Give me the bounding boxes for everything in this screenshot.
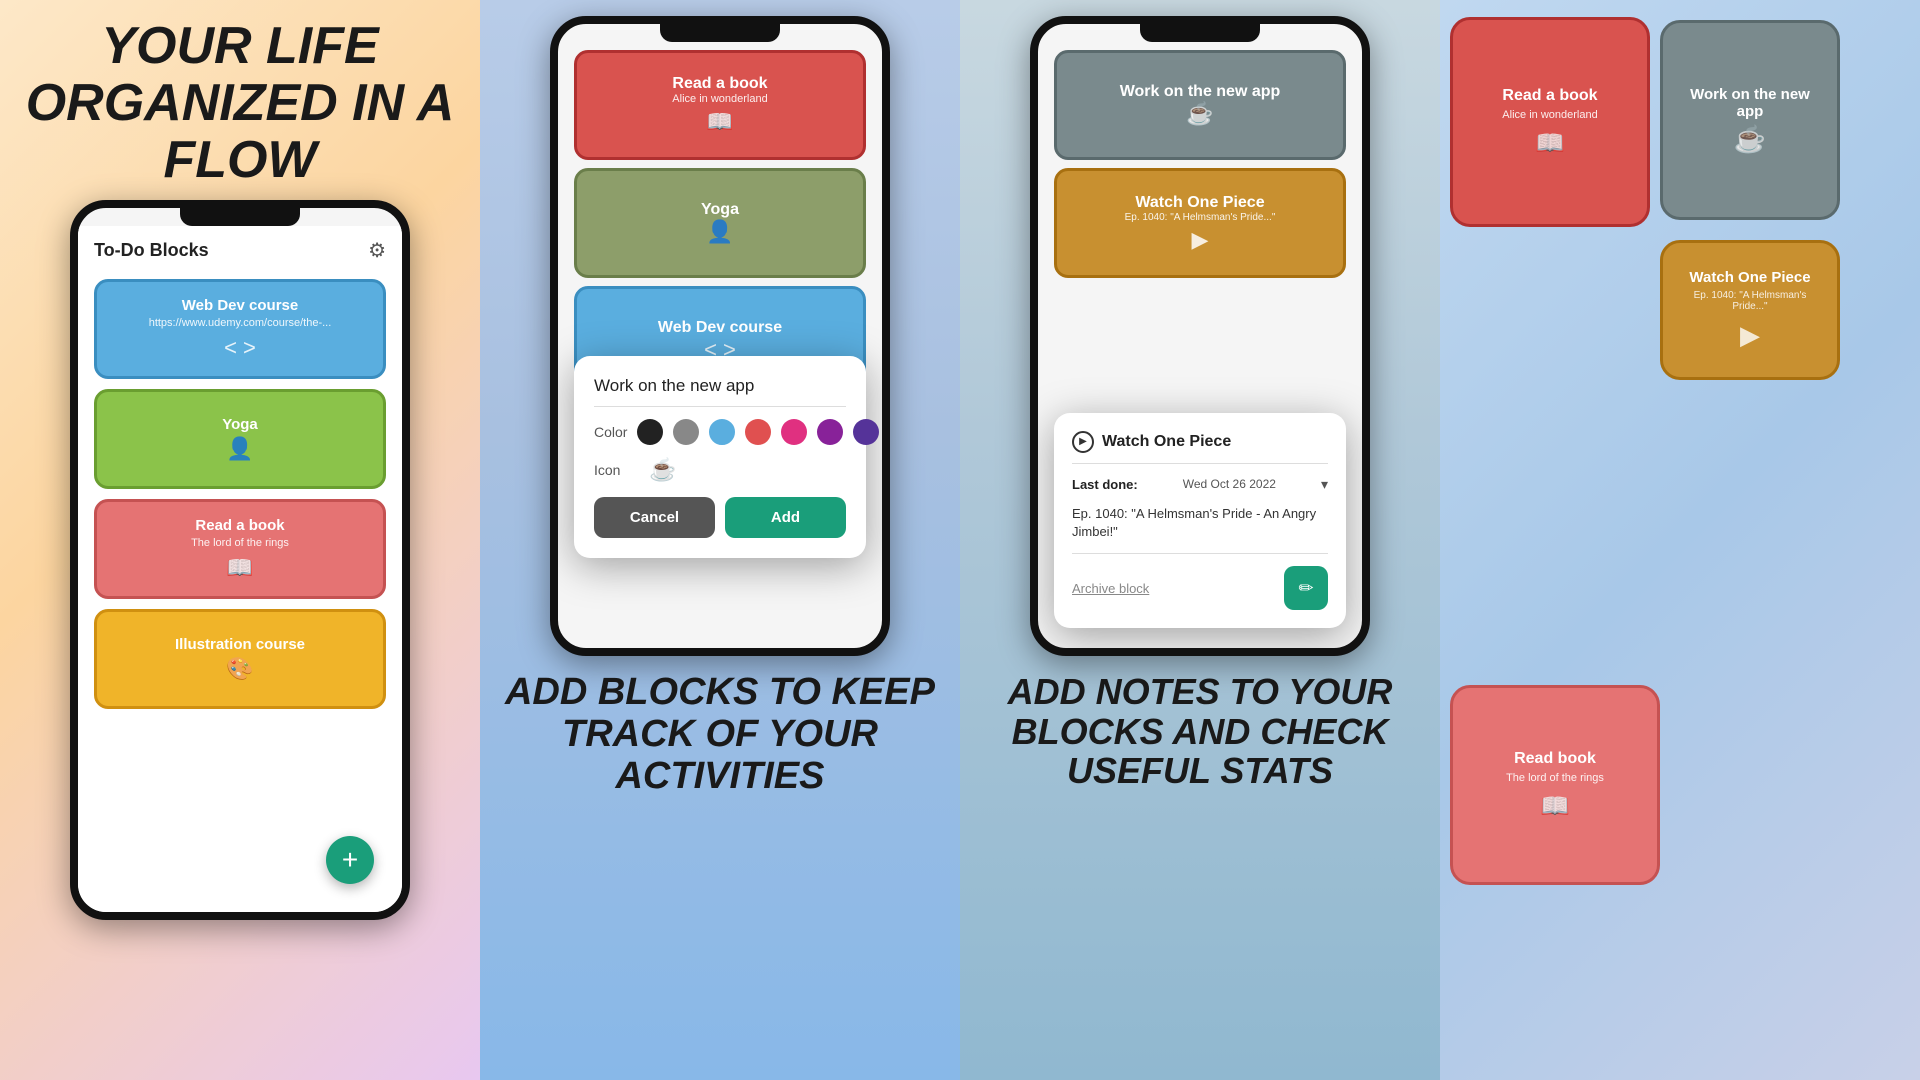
book-icon: 📖 [226, 555, 253, 581]
left-book-card: Read a book Alice in wonderland 📖 [1450, 17, 1650, 227]
code-icon: < > [224, 335, 256, 361]
right-card-watch: Watch One Piece Ep. 1040: "A Helmsman's … [1660, 240, 1840, 380]
right-card-work: Work on the new app ☕ [1660, 20, 1840, 220]
detail-panel: ▶ Watch One Piece Last done: Wed Oct 26 … [1054, 413, 1346, 628]
phone-inner-1: To-Do Blocks ⚙ Web Dev course https://ww… [78, 226, 402, 912]
p2-book-icon: 📖 [706, 109, 733, 135]
phone-notch-3 [1140, 24, 1260, 42]
color-label: Color [594, 424, 627, 440]
block-yoga-title: Yoga [222, 416, 258, 433]
left-book-sub: Alice in wonderland [1502, 109, 1597, 121]
block-yoga[interactable]: Yoga 👤 [94, 389, 386, 489]
detail-actions: Archive block ✏ [1072, 566, 1328, 610]
p2-yoga-title: Yoga [701, 201, 739, 219]
bottom-book-title: Read book [1514, 750, 1596, 768]
todo-list: Web Dev course https://www.udemy.com/cou… [78, 271, 402, 717]
phone-notch-2 [660, 24, 780, 42]
gear-icon[interactable]: ⚙ [368, 238, 386, 263]
block-web-dev-title: Web Dev course [182, 297, 298, 314]
color-dark-purple[interactable] [853, 419, 879, 445]
dialog-title: Work on the new app [594, 376, 846, 407]
cancel-button[interactable]: Cancel [594, 497, 715, 538]
phone-title: To-Do Blocks [94, 240, 209, 261]
detail-play-icon: ▶ [1072, 431, 1094, 453]
person-icon: 👤 [226, 436, 253, 462]
p2-webdev-title: Web Dev course [658, 319, 782, 337]
icon-preview[interactable]: ☕ [649, 457, 676, 483]
color-black[interactable] [637, 419, 663, 445]
icon-label: Icon [594, 462, 639, 478]
block-read-subtitle: The lord of the rings [191, 537, 289, 549]
right-coffee-icon: ☕ [1734, 124, 1766, 155]
bottom-book-card: Read book The lord of the rings 📖 [1450, 685, 1660, 885]
archive-link[interactable]: Archive block [1072, 581, 1149, 596]
detail-title-row: ▶ Watch One Piece [1072, 431, 1328, 464]
block-read[interactable]: Read a book The lord of the rings 📖 [94, 499, 386, 599]
panel3-caption: ADD NOTES TO YOUR BLOCKS AND CHECK USEFU… [960, 656, 1440, 791]
right-card-watch-sub: Ep. 1040: "A Helmsman's Pride..." [1677, 290, 1823, 312]
panel1-title: Your LiFe ORGANized iN A FLOW [0, 0, 480, 200]
panel3: Work on the new app ☕ Watch One Piece Ep… [960, 0, 1440, 1080]
panel3-blocks: Work on the new app ☕ Watch One Piece Ep… [1038, 42, 1362, 286]
p3-newapp-title: Work on the new app [1120, 83, 1281, 101]
add-button[interactable]: Add [725, 497, 846, 538]
color-pink[interactable] [781, 419, 807, 445]
fab-add-button[interactable]: + [326, 836, 374, 884]
last-done-value: Wed Oct 26 2022 [1183, 477, 1276, 491]
panel4-decorative: Work on the new app ☕ Watch One Piece Ep… [1440, 0, 1920, 1080]
phone-frame-1: To-Do Blocks ⚙ Web Dev course https://ww… [70, 200, 410, 920]
block-read-title: Read a book [195, 517, 284, 534]
color-gray[interactable] [673, 419, 699, 445]
p3-play-icon: ▶ [1192, 227, 1209, 253]
detail-note: Ep. 1040: "A Helmsman's Pride - An Angry… [1072, 505, 1328, 554]
chevron-down-icon[interactable]: ▾ [1321, 476, 1328, 493]
phone-frame-2: Read a book Alice in wonderland 📖 Yoga 👤… [550, 16, 890, 656]
p3-block-newapp[interactable]: Work on the new app ☕ [1054, 50, 1346, 160]
right-play-icon: ▶ [1740, 320, 1760, 351]
p2-block-read[interactable]: Read a book Alice in wonderland 📖 [574, 50, 866, 160]
p2-read-title: Read a book [672, 75, 767, 93]
phone-header-1: To-Do Blocks ⚙ [78, 226, 402, 271]
block-web-dev[interactable]: Web Dev course https://www.udemy.com/cou… [94, 279, 386, 379]
right-card-watch-title: Watch One Piece [1689, 269, 1810, 286]
p3-block-onepiece[interactable]: Watch One Piece Ep. 1040: "A Helmsman's … [1054, 168, 1346, 278]
dialog-buttons: Cancel Add [594, 497, 846, 538]
p3-onepiece-sub: Ep. 1040: "A Helmsman's Pride..." [1125, 212, 1276, 223]
bottom-book-icon: 📖 [1540, 792, 1570, 821]
panel2-blocks: Read a book Alice in wonderland 📖 Yoga 👤… [558, 42, 882, 404]
left-book-icon: 📖 [1535, 129, 1565, 158]
p3-coffee-icon: ☕ [1186, 101, 1213, 127]
block-illus-title: Illustration course [175, 636, 305, 653]
block-web-dev-subtitle: https://www.udemy.com/course/the-... [149, 317, 332, 329]
block-illustration[interactable]: Illustration course 🎨 [94, 609, 386, 709]
last-done-label: Last done: [1072, 477, 1138, 492]
right-card-work-title: Work on the new app [1677, 86, 1823, 120]
add-block-dialog: Work on the new app Color Icon ☕ Cancel … [574, 356, 866, 558]
p2-read-sub: Alice in wonderland [672, 93, 767, 105]
briefcase-icon: 🎨 [226, 656, 253, 682]
detail-title: Watch One Piece [1102, 433, 1231, 451]
panel2-caption: ADD BLOCKS TO KEEP TRACK OF YOUR ACTIVIT… [480, 656, 960, 797]
color-teal[interactable] [709, 419, 735, 445]
p2-person-icon: 👤 [706, 219, 733, 245]
color-red[interactable] [745, 419, 771, 445]
bottom-book-sub: The lord of the rings [1506, 772, 1604, 784]
panel2: Read a book Alice in wonderland 📖 Yoga 👤… [480, 0, 960, 1080]
icon-row: Icon ☕ [594, 457, 846, 483]
left-book-title: Read a book [1502, 87, 1597, 105]
phone-frame-3: Work on the new app ☕ Watch One Piece Ep… [1030, 16, 1370, 656]
p3-onepiece-title: Watch One Piece [1135, 194, 1264, 212]
last-done-row: Last done: Wed Oct 26 2022 ▾ [1072, 476, 1328, 493]
p2-block-yoga[interactable]: Yoga 👤 [574, 168, 866, 278]
color-row: Color [594, 419, 846, 445]
edit-button[interactable]: ✏ [1284, 566, 1328, 610]
phone-notch-1 [180, 208, 300, 226]
panel1: Your LiFe ORGANized iN A FLOW To-Do Bloc… [0, 0, 480, 1080]
color-purple[interactable] [817, 419, 843, 445]
